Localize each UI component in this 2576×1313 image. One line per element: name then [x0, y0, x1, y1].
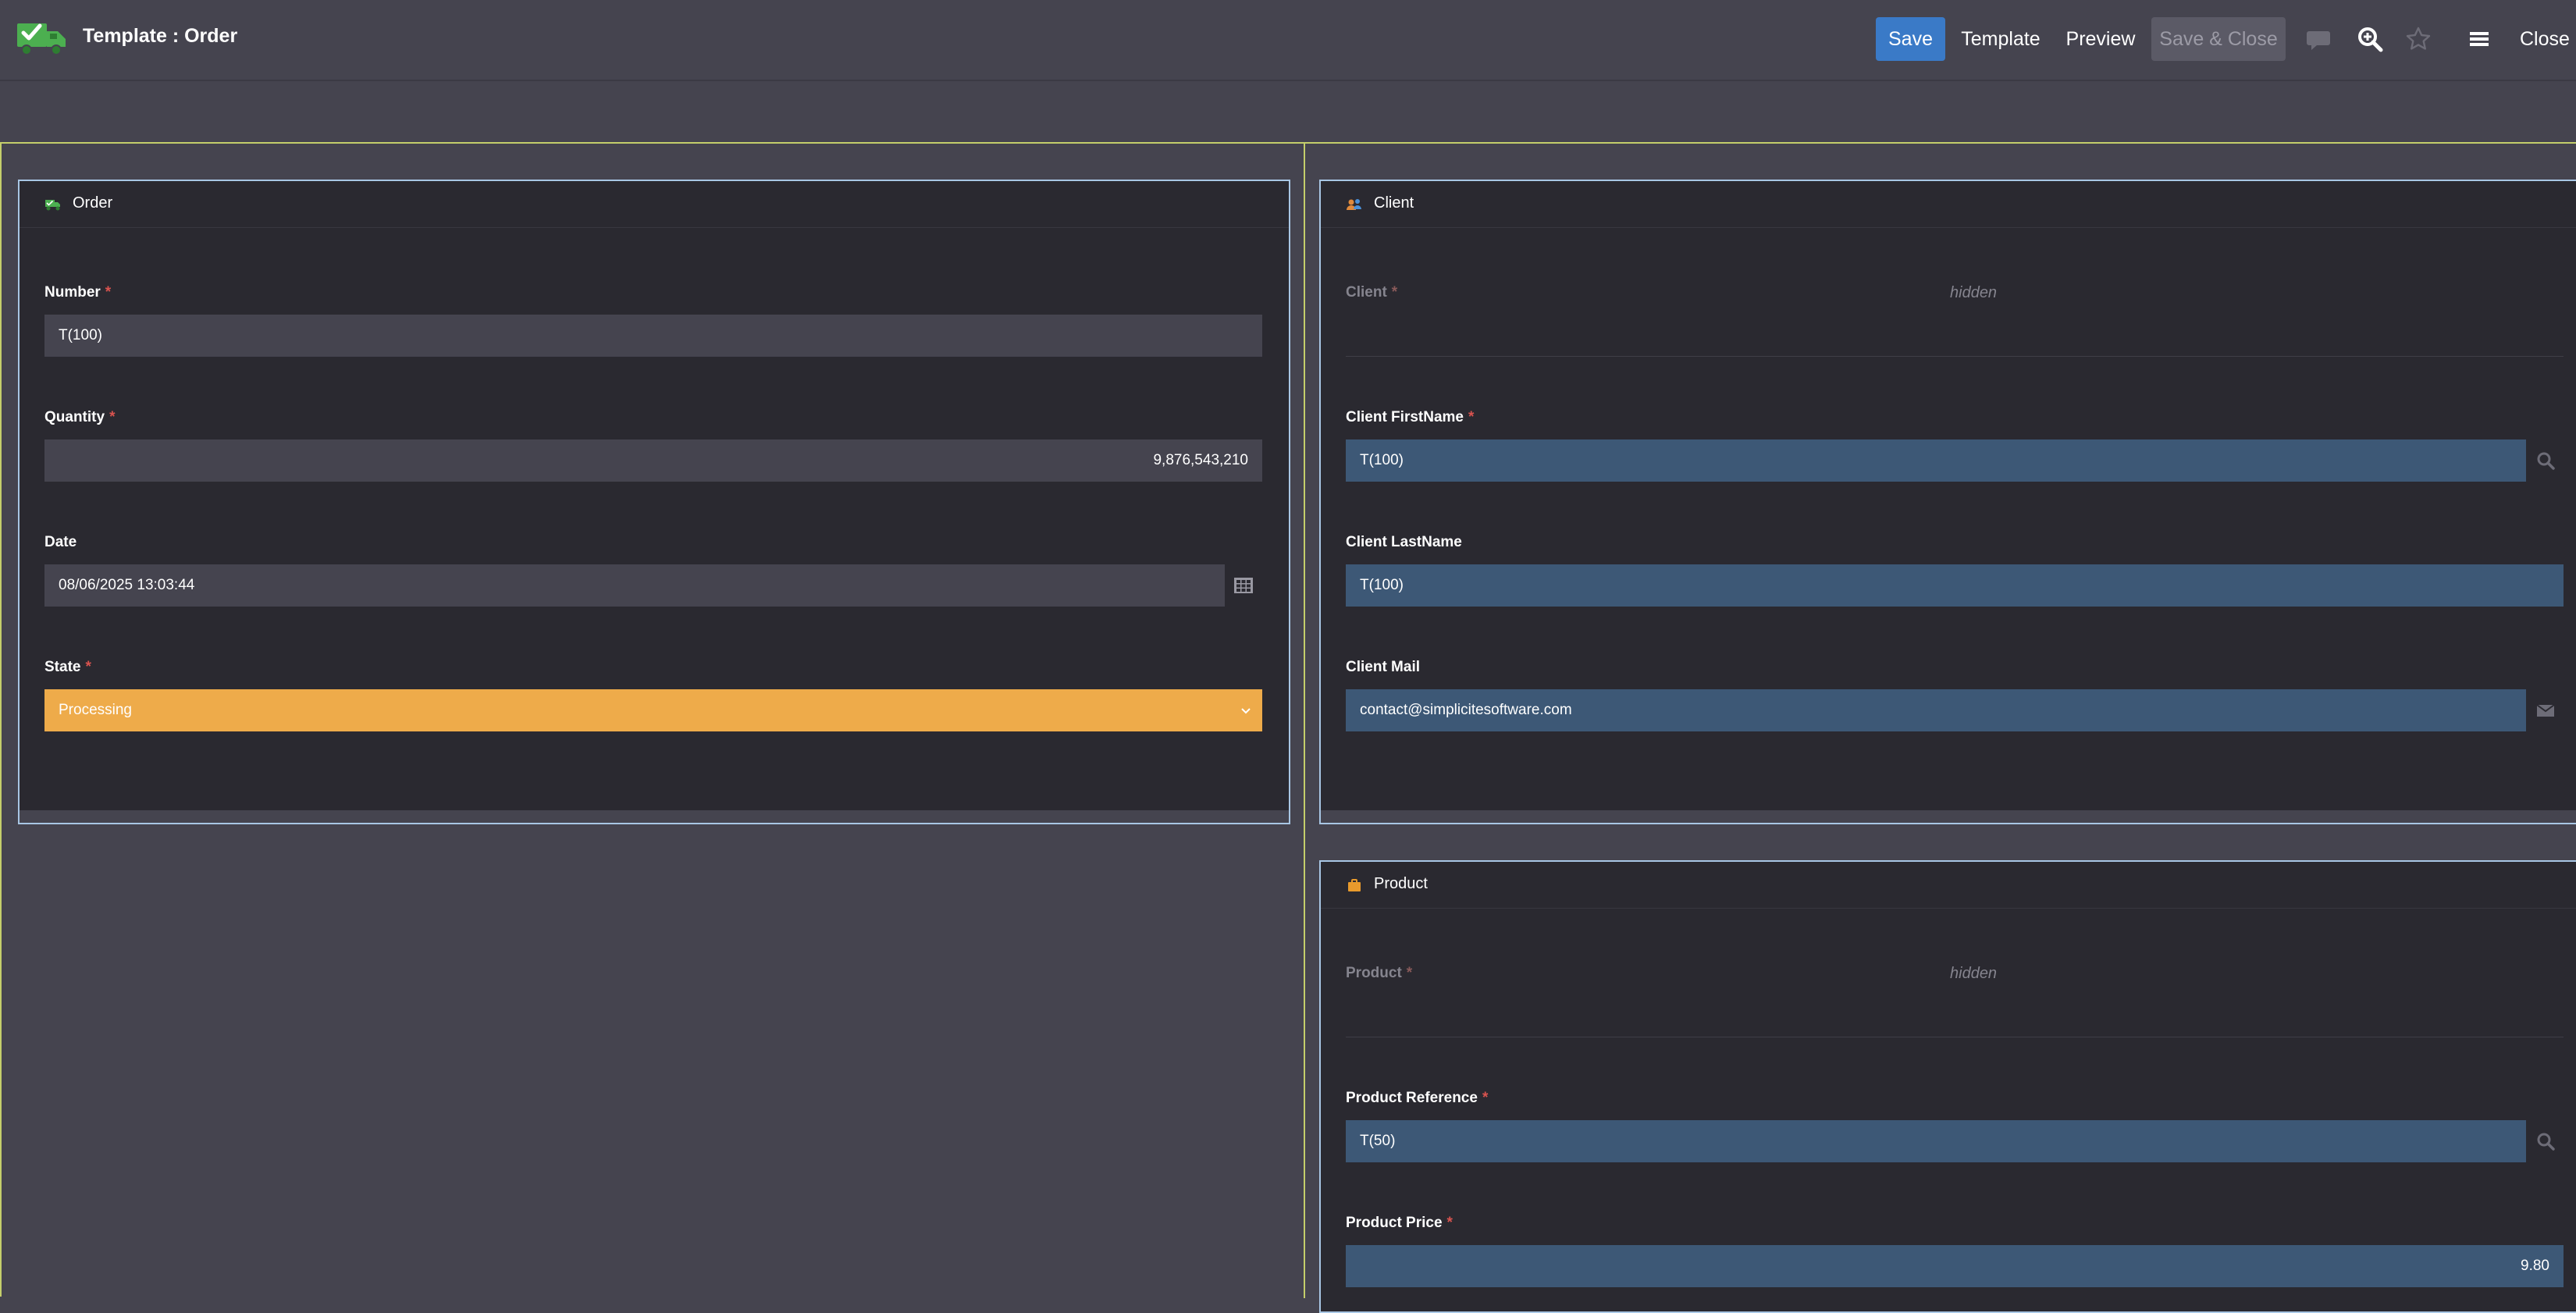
required-marker: * — [1406, 965, 1413, 981]
zoom-icon[interactable] — [2356, 25, 2384, 53]
search-icon[interactable] — [2535, 1131, 2556, 1151]
required-marker: * — [105, 284, 112, 301]
date-label: Date — [44, 534, 77, 550]
search-icon[interactable] — [2535, 450, 2556, 471]
order-panel: Order Number * T(100) Quantity * 9,876,543… — [18, 180, 1290, 824]
client-firstname-label: Client FirstName * — [1346, 409, 1475, 425]
product-reference-field[interactable]: T(50) — [1346, 1120, 2526, 1162]
client-mail-label: Client Mail — [1346, 659, 1421, 675]
client-label: Client * — [1346, 284, 1398, 301]
required-marker: * — [1482, 1090, 1489, 1106]
product-panel-title: Product — [1374, 875, 1428, 892]
client-panel: Client Client * hidden Client FirstName * … — [1319, 180, 2576, 824]
product-panel: Product Product * hidden Product Referenc… — [1319, 860, 2576, 1313]
client-panel-title: Client — [1374, 194, 1414, 212]
state-label: State * — [44, 659, 91, 675]
required-marker: * — [85, 659, 91, 675]
menu-icon[interactable] — [2465, 25, 2493, 53]
app-logo-icon — [17, 23, 66, 55]
template-button[interactable]: Template — [1958, 17, 2044, 61]
client-hidden-note: hidden — [1950, 284, 1998, 301]
chat-icon[interactable] — [2304, 25, 2332, 53]
number-field[interactable]: T(100) — [44, 315, 1262, 357]
quantity-field[interactable]: 9,876,543,210 — [44, 439, 1262, 482]
client-mail-field[interactable]: contact@simplicitesoftware.com — [1346, 689, 2526, 731]
product-label: Product * — [1346, 965, 1413, 981]
order-panel-header: Order — [20, 181, 1289, 228]
form-workarea: Order Number * T(100) Quantity * 9,876,543… — [0, 142, 2576, 1313]
save-and-close-button[interactable]: Save & Close — [2151, 17, 2286, 61]
required-marker: * — [1391, 284, 1398, 301]
quantity-label: Quantity * — [44, 409, 116, 425]
client-panel-header: Client — [1321, 181, 2576, 228]
client-firstname-field[interactable]: T(100) — [1346, 439, 2526, 482]
date-field[interactable]: 08/06/2025 13:03:44 — [44, 564, 1225, 607]
order-panel-title: Order — [73, 194, 113, 212]
state-selected-value: Processing — [59, 702, 132, 718]
product-hidden-note: hidden — [1950, 965, 1998, 982]
chevron-down-icon — [1241, 708, 1251, 714]
page-title: Template : Order — [83, 25, 238, 47]
product-price-field[interactable]: 9.80 — [1346, 1245, 2564, 1287]
state-select[interactable]: Processing — [44, 689, 1262, 731]
save-button[interactable]: Save — [1876, 17, 1945, 61]
number-label: Number * — [44, 284, 112, 301]
client-lastname-field[interactable]: T(100) — [1346, 564, 2564, 607]
order-truck-icon — [45, 200, 60, 211]
calendar-icon[interactable] — [1233, 575, 1254, 596]
preview-button[interactable]: Preview — [2061, 17, 2140, 61]
column-divider — [1304, 144, 1305, 1298]
close-button[interactable]: Close — [2520, 17, 2576, 61]
client-lastname-label: Client LastName — [1346, 534, 1462, 550]
client-panel-footer — [1321, 810, 2576, 823]
product-price-label: Product Price * — [1346, 1215, 1453, 1231]
client-field-underline — [1346, 356, 2564, 357]
top-toolbar: Template : Order Save Template Preview S… — [0, 0, 2576, 81]
required-marker: * — [109, 409, 116, 425]
required-marker: * — [1468, 409, 1475, 425]
envelope-icon[interactable] — [2535, 700, 2556, 721]
client-users-icon — [1347, 199, 1361, 210]
product-reference-label: Product Reference * — [1346, 1090, 1489, 1106]
order-panel-footer — [20, 810, 1289, 823]
required-marker: * — [1446, 1215, 1453, 1231]
product-box-icon — [1348, 879, 1361, 891]
product-panel-header: Product — [1321, 862, 2576, 909]
star-icon[interactable] — [2404, 25, 2432, 53]
